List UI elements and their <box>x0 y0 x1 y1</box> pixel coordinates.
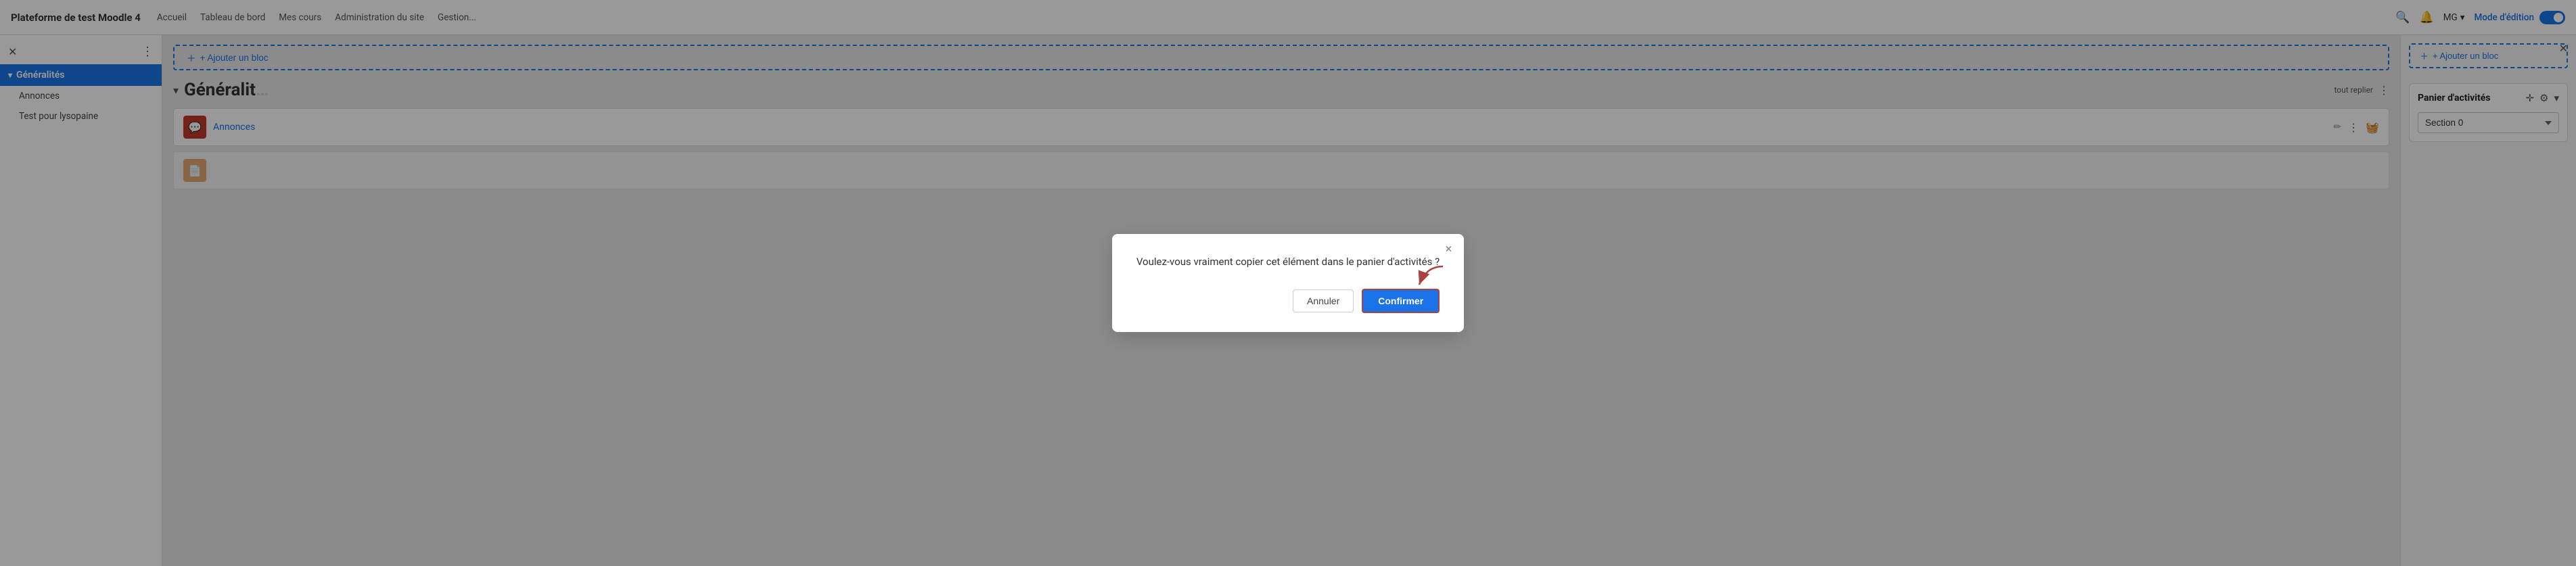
modal-footer: Annuler Confirmer <box>1136 289 1440 313</box>
modal-dialog: × Voulez-vous vraiment copier cet élémen… <box>1112 234 1464 332</box>
cancel-button[interactable]: Annuler <box>1293 289 1354 312</box>
modal-close-icon[interactable]: × <box>1446 243 1452 256</box>
confirm-button[interactable]: Confirmer <box>1362 289 1440 313</box>
modal-body-text: Voulez-vous vraiment copier cet élément … <box>1136 254 1440 270</box>
confirm-button-wrapper: Confirmer <box>1362 289 1440 313</box>
modal-overlay: × Voulez-vous vraiment copier cet élémen… <box>0 0 2576 566</box>
